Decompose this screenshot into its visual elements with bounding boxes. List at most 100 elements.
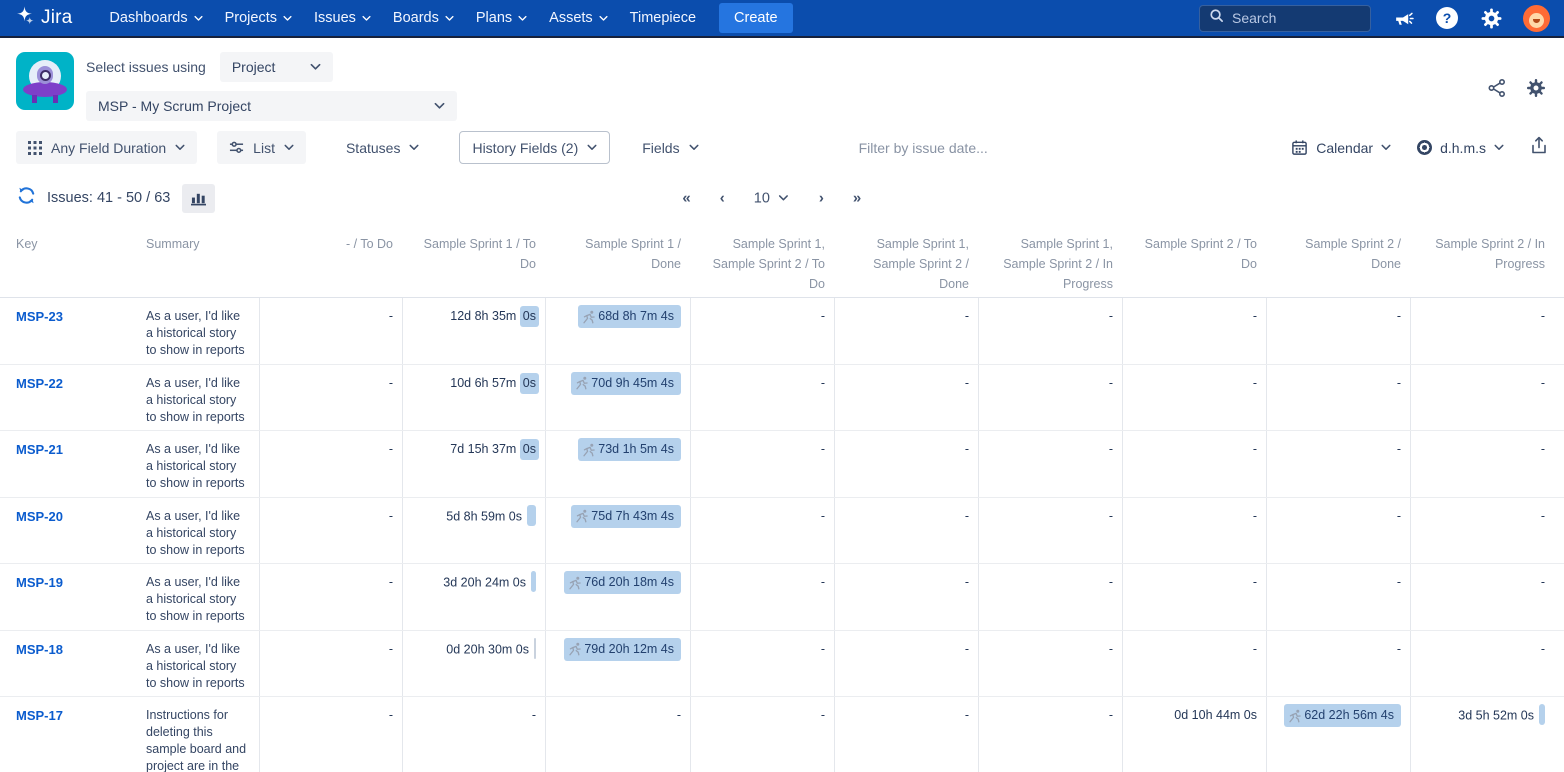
issue-key-link[interactable]: MSP-23 bbox=[16, 309, 63, 324]
duration-cell: - bbox=[978, 498, 1122, 564]
report-toolbar: Any Field Duration List Statuses History… bbox=[0, 125, 1564, 170]
issue-key-cell: MSP-18 bbox=[0, 631, 137, 697]
table-row: MSP-20As a user, I'd like a historical s… bbox=[0, 498, 1564, 565]
issues-bar: Issues: 41 - 50 / 63 « ‹ 10 › » bbox=[0, 170, 1564, 226]
issue-key-link[interactable]: MSP-19 bbox=[16, 575, 63, 590]
column-header[interactable]: Sample Sprint 1 / Done bbox=[545, 234, 690, 297]
issue-key-link[interactable]: MSP-18 bbox=[16, 642, 63, 657]
chart-view-button[interactable] bbox=[182, 184, 215, 213]
page-size-dropdown[interactable]: 10 bbox=[754, 190, 789, 206]
nav-item-boards[interactable]: Boards bbox=[382, 0, 465, 37]
project-dropdown[interactable]: MSP - My Scrum Project bbox=[86, 91, 457, 121]
share-icon[interactable] bbox=[1487, 78, 1507, 103]
ufo-leg bbox=[53, 95, 58, 103]
issue-key-link[interactable]: MSP-17 bbox=[16, 708, 63, 723]
statuses-dropdown[interactable]: Statuses bbox=[334, 131, 431, 164]
settings-gear-icon[interactable] bbox=[1479, 6, 1503, 30]
issue-key-cell: MSP-19 bbox=[0, 564, 137, 630]
search-box[interactable] bbox=[1199, 5, 1371, 32]
duration-format-icon bbox=[1417, 140, 1432, 155]
duration-cell: - bbox=[1266, 431, 1410, 497]
column-header[interactable]: Sample Sprint 2 / To Do bbox=[1122, 234, 1266, 297]
issue-summary-cell: As a user, I'd like a historical story t… bbox=[137, 631, 259, 697]
sliders-icon bbox=[229, 140, 244, 155]
duration-cell: - bbox=[1122, 631, 1266, 697]
current-status-duration-badge: 75d 7h 43m 4s bbox=[571, 505, 681, 528]
pagination-next-button[interactable]: › bbox=[819, 190, 823, 207]
nav-item-issues[interactable]: Issues bbox=[303, 0, 382, 37]
nav-item-plans[interactable]: Plans bbox=[465, 0, 538, 37]
nav-item-dashboards[interactable]: Dashboards bbox=[98, 0, 213, 37]
issue-key-cell: MSP-23 bbox=[0, 298, 137, 364]
duration-cell: 70d 9h 45m 4s bbox=[545, 365, 690, 431]
table-row: MSP-19As a user, I'd like a historical s… bbox=[0, 564, 1564, 631]
user-avatar[interactable] bbox=[1523, 5, 1550, 32]
duration-cell: - bbox=[259, 298, 402, 364]
duration-cell: - bbox=[259, 365, 402, 431]
runner-icon bbox=[568, 576, 582, 590]
column-header[interactable]: Key bbox=[0, 234, 137, 297]
pagination-last-button[interactable]: » bbox=[853, 190, 860, 207]
runner-icon bbox=[582, 310, 596, 324]
search-input[interactable] bbox=[1232, 10, 1352, 26]
duration-cell: - bbox=[1410, 498, 1554, 564]
duration-badge-sliver bbox=[534, 638, 536, 659]
duration-cell: - bbox=[834, 298, 978, 364]
grid-icon bbox=[28, 141, 42, 155]
issue-key-link[interactable]: MSP-22 bbox=[16, 376, 63, 391]
column-header[interactable]: Sample Sprint 2 / Done bbox=[1266, 234, 1410, 297]
view-dropdown[interactable]: List bbox=[217, 131, 306, 164]
calendar-dropdown[interactable]: Calendar bbox=[1291, 139, 1391, 156]
export-icon[interactable] bbox=[1530, 136, 1548, 160]
duration-cell: - bbox=[690, 365, 834, 431]
report-type-dropdown[interactable]: Any Field Duration bbox=[16, 131, 197, 164]
create-button[interactable]: Create bbox=[719, 3, 793, 33]
history-fields-dropdown[interactable]: History Fields (2) bbox=[459, 131, 610, 164]
refresh-icon[interactable] bbox=[16, 185, 37, 211]
duration-cell: - bbox=[978, 365, 1122, 431]
column-header[interactable]: Sample Sprint 1, Sample Sprint 2 / To Do bbox=[690, 234, 834, 297]
column-header[interactable]: Sample Sprint 1 / To Do bbox=[402, 234, 545, 297]
duration-cell: - bbox=[1266, 298, 1410, 364]
duration-cell: - bbox=[1122, 298, 1266, 364]
nav-right-group: ? bbox=[1199, 5, 1550, 32]
issue-key-link[interactable]: MSP-21 bbox=[16, 442, 63, 457]
current-status-duration-badge: 73d 1h 5m 4s bbox=[578, 438, 681, 461]
duration-cell: - bbox=[1410, 631, 1554, 697]
duration-cell: 7d 15h 37m 0s bbox=[402, 431, 545, 497]
duration-cell: - bbox=[978, 564, 1122, 630]
duration-cell: - bbox=[690, 498, 834, 564]
nav-item-assets[interactable]: Assets bbox=[538, 0, 619, 37]
column-header[interactable]: Summary bbox=[137, 234, 259, 297]
jira-logo[interactable]: Jira bbox=[14, 5, 72, 31]
pagination-prev-button[interactable]: ‹ bbox=[720, 190, 724, 207]
duration-badge-sliver bbox=[527, 505, 536, 526]
column-header[interactable]: Sample Sprint 2 / In Progress bbox=[1410, 234, 1554, 297]
current-status-duration-badge: 70d 9h 45m 4s bbox=[571, 372, 681, 395]
table-row: MSP-22As a user, I'd like a historical s… bbox=[0, 365, 1564, 432]
column-header[interactable]: Sample Sprint 1, Sample Sprint 2 / In Pr… bbox=[978, 234, 1122, 297]
time-format-dropdown[interactable]: d.h.m.s bbox=[1417, 140, 1504, 156]
pagination-first-button[interactable]: « bbox=[682, 190, 689, 207]
issue-date-filter[interactable]: Filter by issue date... bbox=[859, 140, 988, 156]
runner-icon bbox=[582, 443, 596, 457]
runner-icon bbox=[568, 642, 582, 656]
column-header[interactable]: - / To Do bbox=[259, 234, 402, 297]
duration-cell: - bbox=[978, 431, 1122, 497]
runner-icon bbox=[575, 509, 589, 523]
announcement-icon[interactable] bbox=[1391, 6, 1415, 30]
column-header[interactable]: Sample Sprint 1, Sample Sprint 2 / Done bbox=[834, 234, 978, 297]
duration-cell: - bbox=[834, 697, 978, 772]
issue-key-link[interactable]: MSP-20 bbox=[16, 509, 63, 524]
nav-item-projects[interactable]: Projects bbox=[214, 0, 303, 37]
help-icon[interactable]: ? bbox=[1435, 6, 1459, 30]
issue-source-dropdown[interactable]: Project bbox=[220, 52, 333, 82]
issue-key-cell: MSP-22 bbox=[0, 365, 137, 431]
fields-dropdown[interactable]: Fields bbox=[630, 131, 710, 164]
gear-icon[interactable] bbox=[1526, 78, 1546, 103]
issue-key-cell: MSP-21 bbox=[0, 431, 137, 497]
pagination: « ‹ 10 › » bbox=[682, 190, 860, 207]
current-status-duration-badge: 68d 8h 7m 4s bbox=[578, 305, 681, 328]
nav-menu: DashboardsProjectsIssuesBoardsPlansAsset… bbox=[98, 0, 707, 37]
nav-item-timepiece[interactable]: Timepiece bbox=[619, 0, 707, 37]
